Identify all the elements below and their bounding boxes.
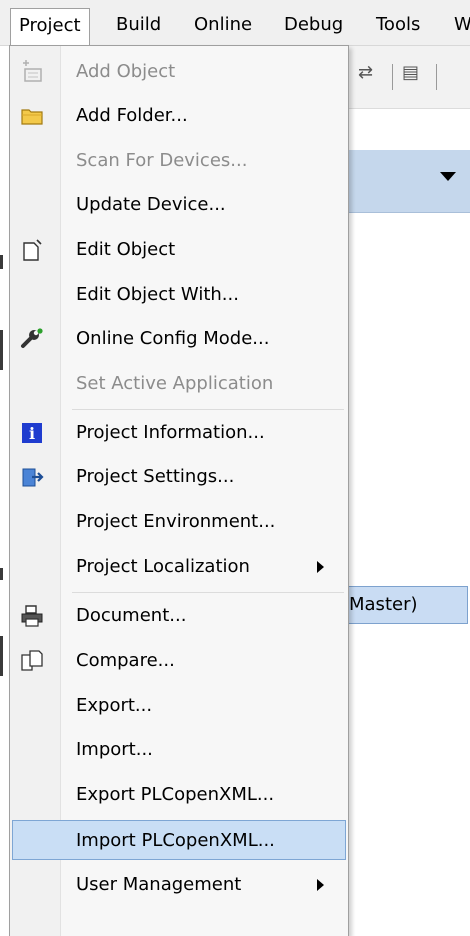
menu-item-compare[interactable]: Compare...	[12, 641, 346, 681]
menu-item-user-management[interactable]: User Management	[12, 865, 346, 905]
menu-item-label: Export PLCopenXML...	[76, 784, 275, 805]
menu-item-label: Add Folder...	[76, 105, 188, 126]
menu-item-project-information[interactable]: i Project Information...	[12, 413, 346, 453]
menu-item-label: Add Object	[76, 61, 176, 82]
submenu-arrow-icon	[317, 561, 324, 573]
menu-project[interactable]: Project	[10, 8, 90, 46]
menu-item-online-config-mode[interactable]: Online Config Mode...	[12, 319, 346, 359]
menu-item-label: Scan For Devices...	[76, 150, 248, 171]
menu-item-export[interactable]: Export...	[12, 686, 346, 726]
menu-item-label: Set Active Application	[76, 373, 274, 394]
edit-object-icon	[23, 239, 42, 261]
menu-build[interactable]: Build	[108, 8, 169, 46]
menu-bar: Project Build Online Debug Tools W	[0, 0, 470, 46]
add-object-icon	[23, 60, 42, 82]
menu-item-scan-for-devices[interactable]: Scan For Devices...	[12, 141, 346, 181]
menu-item-project-environment[interactable]: Project Environment...	[12, 502, 346, 542]
menu-item-label: Edit Object With...	[76, 284, 239, 305]
background-panel-header	[346, 150, 470, 213]
left-edge-marker	[0, 330, 3, 370]
menu-item-label: Project Environment...	[76, 511, 276, 532]
menu-online[interactable]: Online	[186, 8, 260, 46]
menu-item-import[interactable]: Import...	[12, 730, 346, 770]
menu-item-label: User Management	[76, 874, 242, 895]
toolbar-ab-icon[interactable]: ⇄	[358, 62, 373, 83]
menu-separator	[72, 592, 344, 593]
menu-item-edit-object[interactable]: Edit Object	[12, 230, 346, 270]
menu-item-label: Project Localization	[76, 556, 250, 577]
project-dropdown-menu: Add Object Add Folder... Scan For Device…	[9, 45, 349, 936]
settings-icon	[22, 468, 44, 487]
menu-debug[interactable]: Debug	[276, 8, 351, 46]
toolbar-separator	[436, 64, 437, 90]
folder-icon	[21, 109, 43, 125]
printer-icon	[21, 605, 43, 627]
background-toolbar: ⇄ ▤	[346, 46, 470, 109]
menu-item-update-device[interactable]: Update Device...	[12, 185, 346, 225]
menu-item-label: Edit Object	[76, 239, 176, 260]
menu-item-set-active-application[interactable]: Set Active Application	[12, 364, 346, 404]
menu-item-export-plcopenxml[interactable]: Export PLCopenXML...	[12, 775, 346, 815]
menu-item-label: Update Device...	[76, 194, 226, 215]
wrench-icon	[21, 328, 43, 348]
compare-icon	[21, 650, 43, 671]
left-edge-marker	[0, 255, 3, 269]
menu-item-document[interactable]: Document...	[12, 596, 346, 636]
menu-tools[interactable]: Tools	[368, 8, 428, 46]
menu-item-label: Export...	[76, 695, 153, 716]
menu-item-add-folder[interactable]: Add Folder...	[12, 96, 346, 136]
menu-item-label: Import...	[76, 739, 153, 760]
menu-item-label: Project Settings...	[76, 466, 235, 487]
info-icon: i	[22, 423, 42, 443]
menu-item-label: Project Information...	[76, 422, 265, 443]
menu-window[interactable]: W	[446, 8, 470, 46]
svg-text:i: i	[29, 424, 35, 443]
menu-item-label: Compare...	[76, 650, 175, 671]
toolbar-paste-icon[interactable]: ▤	[402, 62, 419, 83]
menu-item-project-settings[interactable]: Project Settings...	[12, 457, 346, 497]
tree-selected-item[interactable]: Master)	[346, 586, 468, 624]
menu-item-project-localization[interactable]: Project Localization	[12, 547, 346, 587]
menu-item-label: Online Config Mode...	[76, 328, 270, 349]
menu-item-add-object[interactable]: Add Object	[12, 52, 346, 92]
panel-dropdown-arrow-icon[interactable]	[440, 172, 456, 181]
left-edge-marker	[0, 568, 3, 580]
menu-item-label: Document...	[76, 605, 187, 626]
menu-item-import-plcopenxml[interactable]: Import PLCopenXML...	[12, 820, 346, 860]
menu-separator	[72, 409, 344, 410]
left-edge-marker	[0, 636, 3, 676]
menu-item-label: Import PLCopenXML...	[76, 830, 275, 851]
menu-item-edit-object-with[interactable]: Edit Object With...	[12, 275, 346, 315]
submenu-arrow-icon	[317, 879, 324, 891]
toolbar-separator	[392, 64, 393, 90]
